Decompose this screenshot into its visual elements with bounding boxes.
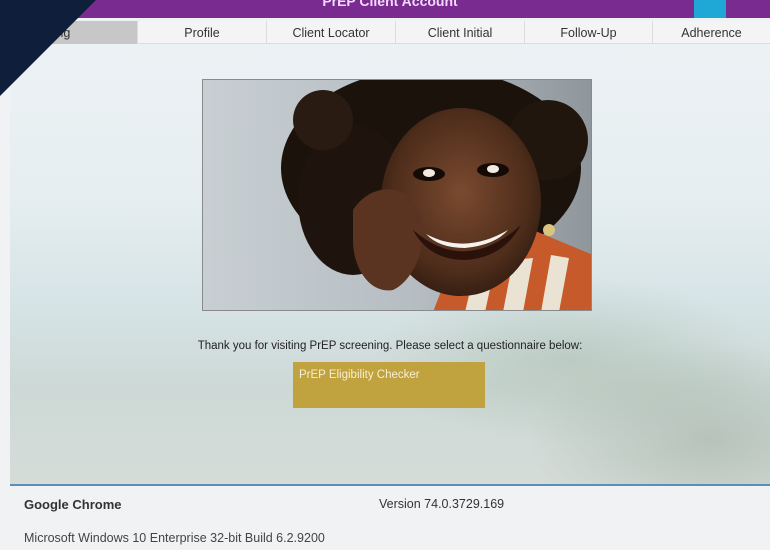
app-title: PrEP Client Account [322,0,458,9]
tab-client-initial[interactable]: Client Initial [396,21,525,44]
tab-adherence[interactable]: Adherence [653,21,770,44]
hero-photo [202,79,592,311]
header-action-button[interactable] [694,0,726,18]
intro-text: Thank you for visiting PrEP screening. P… [197,340,583,352]
os-info: Microsoft Windows 10 Enterprise 32-bit B… [24,531,325,545]
hero-photo-illustration [203,80,591,310]
tab-follow-up[interactable]: Follow-Up [525,21,653,44]
tab-bar: Screening Profile Client Locator Client … [10,21,770,44]
browser-name: Google Chrome [24,497,122,512]
tab-profile[interactable]: Profile [138,21,267,44]
app-window: PrEP Client Account Screening Profile Cl… [10,0,770,484]
prep-eligibility-checker-button[interactable]: PrEP Eligibility Checker [293,362,485,408]
system-info-panel: Google Chrome Version 74.0.3729.169 Micr… [0,486,770,550]
browser-version: Version 74.0.3729.169 [379,497,505,511]
tab-screening[interactable]: Screening [10,21,138,44]
tab-client-locator[interactable]: Client Locator [267,21,396,44]
app-header-bar: PrEP Client Account [10,0,770,18]
